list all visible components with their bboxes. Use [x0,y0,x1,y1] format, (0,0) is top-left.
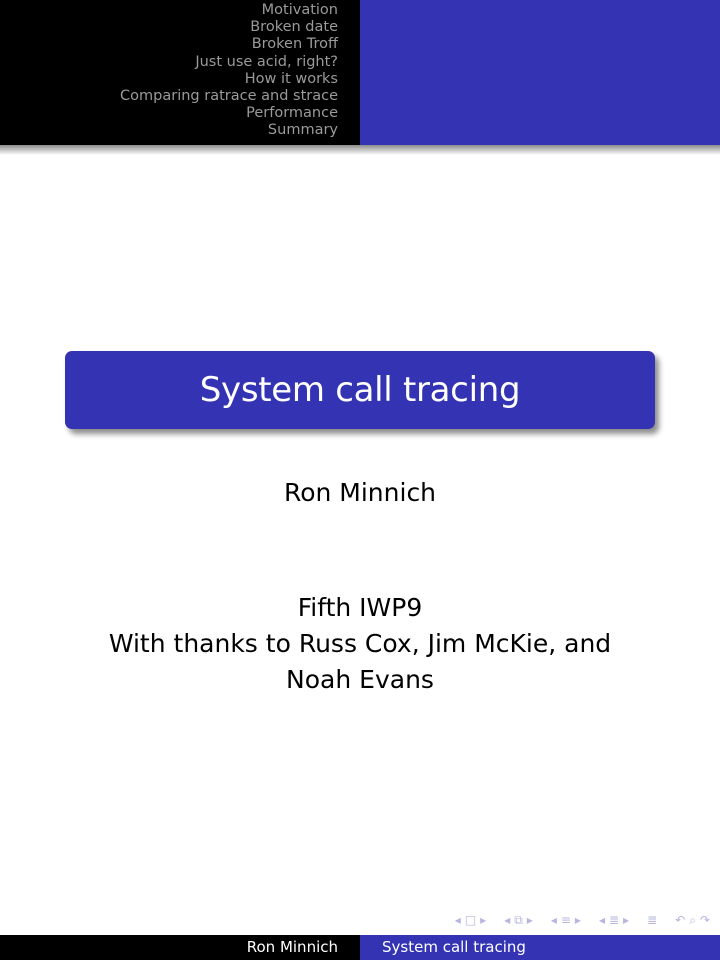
control-nav-group: ↶ ⌕ ↷ [673,913,712,928]
document-icon[interactable]: ≣ [645,913,659,927]
frame-icon[interactable]: ⧉ [512,913,525,928]
next-frame-icon[interactable]: ▸ [525,913,535,927]
author-name: Ron Minnich [283,478,437,507]
section-navigation: Motivation Broken date Broken Troff Just… [0,0,360,145]
institute-line: Fifth IWP9 [297,593,423,622]
nav-section-summary[interactable]: Summary [0,122,338,139]
institute-line: With thanks to Russ Cox, Jim McKie, and [108,629,612,658]
back-icon[interactable]: ↶ [673,913,687,927]
slide-nav-group: ◂ □ ▸ [453,913,488,927]
headline-blue-panel [360,0,720,145]
next-slide-icon[interactable]: ▸ [478,913,488,927]
institute-line: Noah Evans [286,665,434,694]
nav-section-comparing[interactable]: Comparing ratrace and strace [0,88,338,105]
institute-block: Fifth IWP9 With thanks to Russ Cox, Jim … [0,590,720,698]
headline-shadow [0,145,720,155]
next-section-icon[interactable]: ▸ [621,913,631,927]
nav-section-just-use-acid[interactable]: Just use acid, right? [0,54,338,71]
nav-section-how-it-works[interactable]: How it works [0,71,338,88]
footer-title: System call tracing [360,935,720,960]
prev-section-icon[interactable]: ◂ [597,913,607,927]
slide-icon[interactable]: □ [463,913,478,927]
nav-section-performance[interactable]: Performance [0,105,338,122]
prev-subsection-icon[interactable]: ◂ [549,913,559,927]
footline-bar: Ron Minnich System call tracing [0,935,720,960]
section-icon[interactable]: ≣ [607,913,621,927]
document-nav-group: ≣ [645,913,659,927]
headline-bar: Motivation Broken date Broken Troff Just… [0,0,720,145]
footer-author: Ron Minnich [0,935,360,960]
nav-section-broken-troff[interactable]: Broken Troff [0,36,338,53]
title-block: System call tracing [65,351,655,429]
presentation-title: System call tracing [199,370,521,410]
subsection-icon[interactable]: ≡ [559,913,573,927]
navigation-symbols: ◂ □ ▸ ◂ ⧉ ▸ ◂ ≡ ▸ ◂ ≣ ▸ ≣ ↶ ⌕ ↷ [439,910,712,930]
frame-nav-group: ◂ ⧉ ▸ [502,913,535,928]
nav-section-broken-date[interactable]: Broken date [0,19,338,36]
section-nav-group: ◂ ≣ ▸ [597,913,631,927]
prev-frame-icon[interactable]: ◂ [502,913,512,927]
next-subsection-icon[interactable]: ▸ [573,913,583,927]
prev-slide-icon[interactable]: ◂ [453,913,463,927]
nav-section-motivation[interactable]: Motivation [0,2,338,19]
forward-icon[interactable]: ↷ [698,913,712,927]
search-icon[interactable]: ⌕ [687,913,698,928]
subsection-nav-group: ◂ ≡ ▸ [549,913,583,927]
